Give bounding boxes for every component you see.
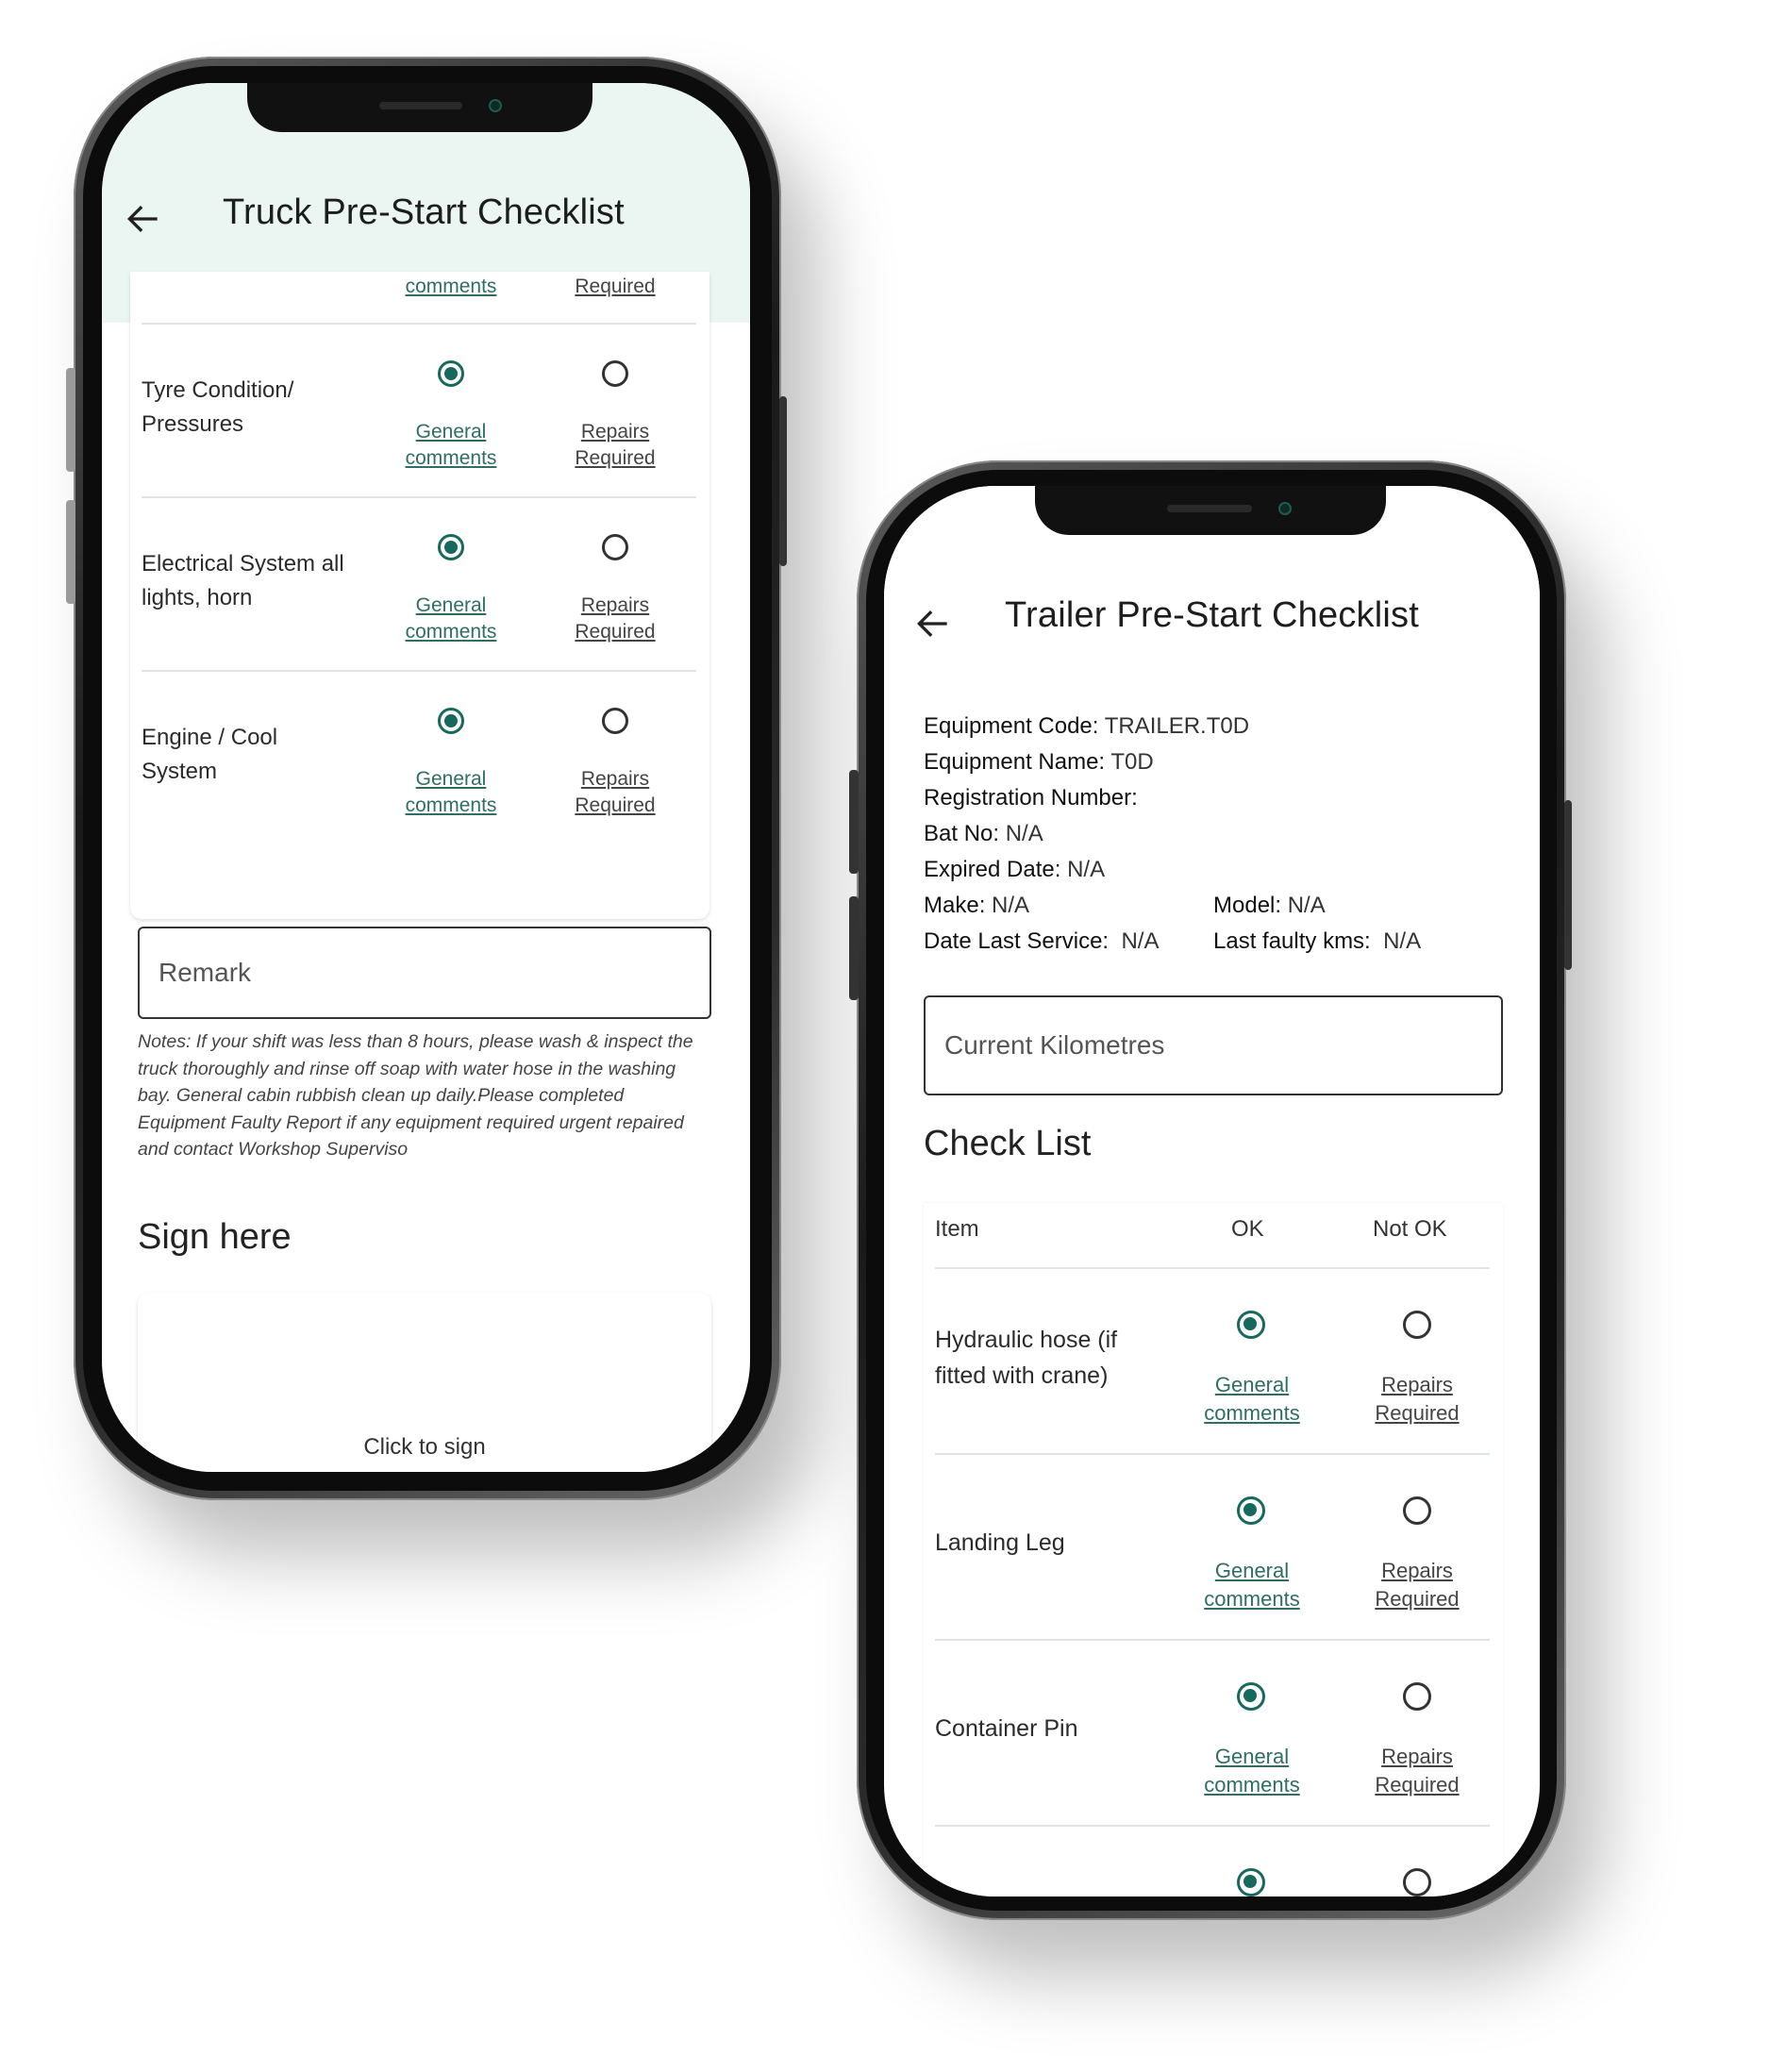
general-comments-link[interactable]: General comments [385, 593, 517, 645]
table-row: Engine / Cool System General comments Re… [142, 672, 696, 844]
phone-frame-truck: Truck Pre-Start Checklist comments Requi… [66, 57, 787, 1500]
power-button [779, 396, 787, 566]
column-header-not-ok: Not OK [1373, 1216, 1447, 1242]
repairs-required-link[interactable]: Required [549, 274, 681, 300]
notch [247, 83, 592, 132]
front-camera [1278, 502, 1292, 515]
trailer-checklist-screen: Trailer Pre-Start Checklist Equipment Co… [884, 486, 1540, 1897]
volume-down-button [849, 896, 859, 1000]
service-line: Date Last Service: N/A Last faulty kms: … [924, 924, 1527, 960]
column-header-ok: OK [1231, 1216, 1264, 1242]
arrow-left-icon[interactable] [123, 198, 164, 240]
not-ok-radio[interactable] [602, 360, 628, 387]
notes-text: Notes: If your shift was less than 8 hou… [138, 1031, 693, 1160]
volume-up-button [849, 770, 859, 874]
power-button [1564, 800, 1572, 970]
ok-radio[interactable] [1237, 1496, 1265, 1525]
arrow-left-icon[interactable] [912, 603, 954, 644]
checklist-heading: Check List [924, 1124, 1092, 1163]
remark-field[interactable] [138, 927, 711, 1019]
signature-pad[interactable]: Click to sign [138, 1293, 711, 1472]
general-comments-link[interactable]: General comments [1186, 1743, 1318, 1799]
general-comments-link[interactable]: General comments [1186, 1557, 1318, 1613]
ok-radio[interactable] [1237, 1311, 1265, 1339]
repairs-required-link[interactable]: Repairs Required [549, 593, 681, 645]
equipment-code: Equipment Code: TRAILER.T0D [924, 713, 1250, 739]
table-row: Hydraulic hose (if fitted with crane) Ge… [935, 1269, 1490, 1455]
not-ok-radio[interactable] [1403, 1868, 1431, 1897]
repairs-required-link[interactable]: Repairs Required [1351, 1743, 1483, 1799]
notch [1035, 486, 1386, 535]
truck-checklist-screen: Truck Pre-Start Checklist comments Requi… [102, 83, 750, 1472]
repairs-required-link[interactable]: Repairs Required [1351, 1371, 1483, 1428]
current-kilometres-input[interactable] [926, 997, 1501, 1094]
item-label: Landing Leg [935, 1529, 1065, 1556]
remark-input[interactable] [140, 928, 709, 1017]
general-comments-link[interactable]: General comments [385, 419, 517, 472]
repairs-required-link[interactable]: Repairs Required [549, 419, 681, 472]
ok-radio[interactable] [438, 708, 464, 734]
item-label: Engine / Cool System [142, 725, 278, 784]
current-kilometres-field[interactable] [924, 995, 1503, 1095]
table-row: Electrical System all lights, horn Gener… [142, 498, 696, 672]
table-row-partial: comments Required [142, 272, 696, 325]
speaker [379, 102, 462, 109]
repairs-required-link[interactable]: Repairs Required [1351, 1557, 1483, 1613]
front-camera [489, 99, 502, 112]
checklist-card: comments Required Tyre Condition/ Pressu… [130, 272, 709, 919]
click-to-sign-button[interactable]: Click to sign [138, 1434, 711, 1461]
sign-heading: Sign here [138, 1217, 292, 1257]
item-label: Tyre Condition/ Pressures [142, 377, 294, 437]
bat-no: Bat No: N/A [924, 821, 1043, 846]
general-comments-link[interactable]: General comments [1186, 1371, 1318, 1428]
general-comments-link[interactable]: General comments [385, 766, 517, 819]
not-ok-radio[interactable] [602, 708, 628, 734]
model: Model: N/A [1213, 893, 1326, 918]
table-row: Container Pin General comments Repairs R… [935, 1641, 1490, 1827]
checklist-table: Item OK Not OK Hydraulic hose (if fitted… [924, 1203, 1503, 1897]
ok-radio[interactable] [438, 534, 464, 560]
equipment-info: Equipment Code: TRAILER.T0D Equipment Na… [924, 709, 1527, 960]
make-model-line: Make: N/A Model: N/A [924, 888, 1527, 924]
ok-radio[interactable] [1237, 1682, 1265, 1711]
date-last-service: Date Last Service: N/A [924, 928, 1160, 954]
page-title: Trailer Pre-Start Checklist [1005, 595, 1419, 635]
registration-number: Registration Number: [924, 785, 1138, 810]
ok-radio[interactable] [438, 360, 464, 387]
expired-date: Expired Date: N/A [924, 857, 1106, 882]
repairs-required-link[interactable]: Repairs Required [549, 766, 681, 819]
not-ok-radio[interactable] [602, 534, 628, 560]
volume-up-button [66, 368, 75, 472]
speaker [1167, 505, 1252, 512]
column-header-item: Item [935, 1216, 979, 1242]
item-label: Electrical System all lights, horn [142, 551, 344, 610]
table-row: Tyre Condition/ Pressures General commen… [142, 325, 696, 498]
last-faulty-kms: Last faulty kms: N/A [1213, 928, 1422, 954]
volume-down-button [66, 500, 75, 604]
not-ok-radio[interactable] [1403, 1682, 1431, 1711]
general-comments-link[interactable]: comments [385, 274, 517, 300]
equipment-name: Equipment Name: T0D [924, 749, 1154, 775]
table-header: Item OK Not OK [935, 1203, 1490, 1269]
not-ok-radio[interactable] [1403, 1496, 1431, 1525]
table-row: Landing Leg General comments Repairs Req… [935, 1455, 1490, 1641]
not-ok-radio[interactable] [1403, 1311, 1431, 1339]
page-title: Truck Pre-Start Checklist [223, 192, 625, 232]
item-label: Hydraulic hose (if fitted with crane) [935, 1327, 1118, 1389]
make: Make: N/A [924, 893, 1030, 918]
table-row-partial [935, 1827, 1490, 1897]
item-label: Container Pin [935, 1715, 1078, 1742]
ok-radio[interactable] [1237, 1868, 1265, 1897]
phone-frame-trailer: Trailer Pre-Start Checklist Equipment Co… [849, 460, 1572, 1920]
